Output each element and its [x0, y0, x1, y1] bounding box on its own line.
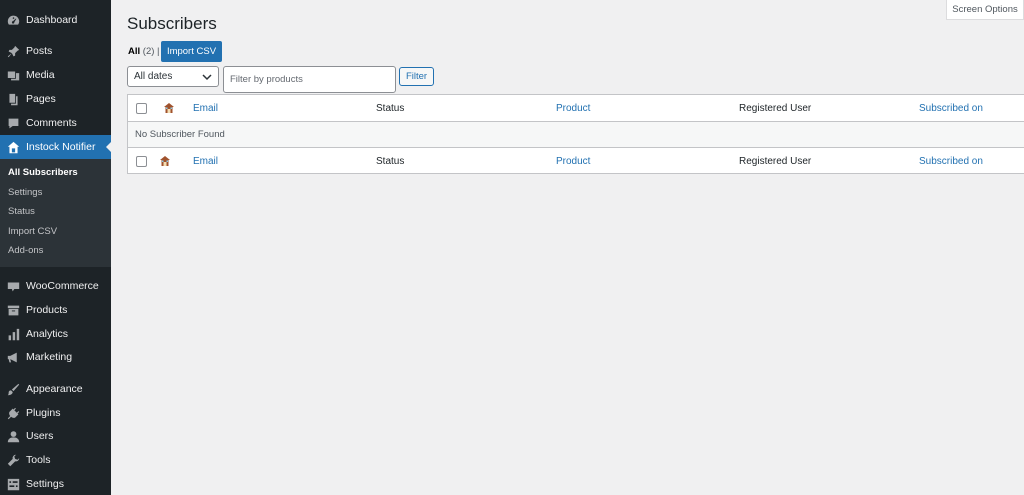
filter-button[interactable]: Filter: [399, 67, 434, 86]
sidebar-item-products[interactable]: Products: [0, 298, 111, 322]
filter-products-placeholder: Filter by products: [230, 74, 303, 85]
sidebar-item-label: Plugins: [26, 407, 61, 419]
date-filter-select[interactable]: All dates: [127, 66, 219, 87]
sidebar-item-woocommerce[interactable]: WooCommerce: [0, 274, 111, 298]
megaphone-icon: [6, 350, 20, 364]
table-footer-row: Email Status Product Registered User Sub…: [128, 148, 1024, 174]
comment-icon: [6, 116, 20, 130]
submenu-settings[interactable]: Settings: [8, 185, 42, 201]
wrench-icon: [6, 453, 20, 467]
view-all-count: (2): [142, 46, 155, 57]
sidebar-item-label: Instock Notifier: [26, 141, 96, 153]
sidebar-item-appearance[interactable]: Appearance: [0, 377, 111, 401]
bar-chart-icon: [6, 327, 20, 341]
sidebar-item-label: Media: [26, 69, 55, 81]
settings-icon: [6, 477, 20, 491]
view-filters: All (2) |: [128, 46, 160, 57]
sidebar-item-instock-notifier[interactable]: Instock Notifier: [0, 135, 111, 159]
chevron-down-icon: [202, 74, 212, 81]
subscribers-table: Email Status Product Registered User Sub…: [127, 94, 1024, 174]
column-footer-status: Status: [376, 155, 405, 167]
archive-icon: [6, 303, 20, 317]
sidebar-item-comments[interactable]: Comments: [0, 111, 111, 135]
sidebar-item-label: Appearance: [26, 383, 83, 395]
pages-icon: [6, 92, 20, 106]
plug-icon: [6, 406, 20, 420]
date-filter-value: All dates: [134, 71, 173, 82]
dashboard-icon: [6, 13, 20, 27]
sidebar-item-plugins[interactable]: Plugins: [0, 401, 111, 425]
sidebar-item-label: Pages: [26, 93, 56, 105]
import-csv-button[interactable]: Import CSV: [161, 41, 222, 62]
column-header-status: Status: [376, 102, 405, 114]
filter-products-input[interactable]: Filter by products: [223, 66, 396, 93]
submenu-all-subscribers[interactable]: All Subscribers: [8, 165, 78, 181]
sidebar-item-label: Tools: [26, 454, 51, 466]
sidebar-item-label: Analytics: [26, 328, 69, 340]
column-footer-registered-user: Registered User: [739, 155, 812, 167]
house-icon: [163, 95, 175, 121]
sidebar-item-pages[interactable]: Pages: [0, 87, 111, 111]
sidebar-item-label: Marketing: [26, 351, 73, 363]
brush-icon: [6, 382, 20, 396]
sidebar-item-users[interactable]: Users: [0, 424, 111, 448]
column-header-registered-user: Registered User: [739, 102, 812, 114]
sidebar-item-analytics[interactable]: Analytics: [0, 322, 111, 346]
pin-icon: [6, 44, 20, 58]
screen-options-button[interactable]: Screen Options: [946, 0, 1024, 20]
column-footer-product[interactable]: Product: [556, 148, 590, 174]
house-icon: [159, 148, 171, 174]
select-all-checkbox-footer[interactable]: [136, 155, 147, 167]
sidebar-item-settings[interactable]: Settings: [0, 472, 111, 495]
view-all-link[interactable]: All: [128, 46, 140, 57]
submenu-status[interactable]: Status: [8, 204, 35, 220]
sidebar-item-label: Users: [26, 430, 54, 442]
sidebar-item-label: Posts: [26, 45, 53, 57]
instock-submenu: All Subscribers Settings Status Import C…: [0, 159, 111, 267]
woo-icon: [6, 279, 20, 293]
table-empty-row: No Subscriber Found: [128, 122, 1024, 148]
table-header-row: Email Status Product Registered User Sub…: [128, 95, 1024, 122]
view-separator: |: [157, 46, 160, 57]
column-footer-subscribed-on[interactable]: Subscribed on: [919, 148, 983, 174]
sidebar-item-label: Comments: [26, 117, 77, 129]
bell-icon: [6, 140, 20, 154]
column-header-product[interactable]: Product: [556, 95, 590, 121]
submenu-add-ons[interactable]: Add-ons: [8, 243, 43, 259]
sidebar-item-label: WooCommerce: [26, 280, 99, 292]
sidebar-item-tools[interactable]: Tools: [0, 448, 111, 472]
select-all-checkbox[interactable]: [136, 102, 147, 114]
column-footer-email[interactable]: Email: [193, 148, 218, 174]
sidebar-item-marketing[interactable]: Marketing: [0, 345, 111, 369]
page-title: Subscribers: [127, 14, 217, 33]
submenu-import-csv[interactable]: Import CSV: [8, 224, 57, 240]
column-header-subscribed-on[interactable]: Subscribed on: [919, 95, 983, 121]
sidebar-item-dashboard[interactable]: Dashboard: [0, 8, 111, 32]
sidebar-item-label: Products: [26, 304, 68, 316]
column-header-email[interactable]: Email: [193, 95, 218, 121]
user-icon: [6, 429, 20, 443]
empty-message: No Subscriber Found: [135, 129, 225, 140]
sidebar-item-label: Settings: [26, 478, 64, 490]
sidebar-item-posts[interactable]: Posts: [0, 39, 111, 63]
sidebar-item-media[interactable]: Media: [0, 63, 111, 87]
media-icon: [6, 68, 20, 82]
sidebar-item-label: Dashboard: [26, 14, 78, 26]
admin-sidebar: Dashboard Posts Media Pages Comments Ins…: [0, 0, 111, 495]
